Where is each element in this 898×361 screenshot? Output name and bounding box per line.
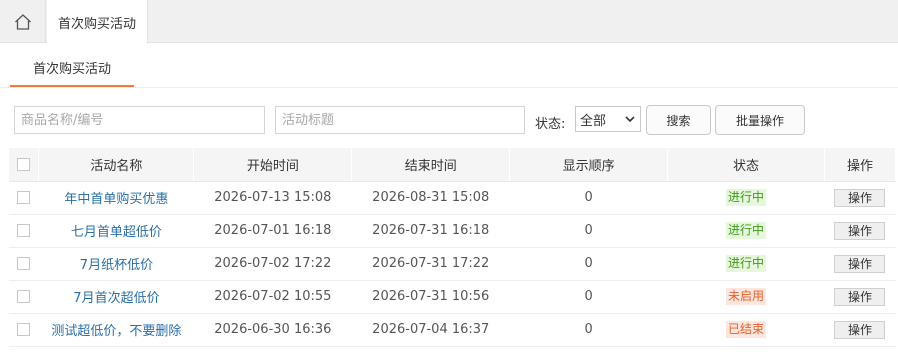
activity-name-link[interactable]: 7月首次超低价 — [38, 280, 194, 314]
select-all-cell — [9, 148, 40, 182]
end-time: 2026-08-31 15:08 — [351, 181, 510, 215]
row-checkbox[interactable] — [17, 290, 31, 303]
display-order: 0 — [509, 214, 668, 248]
sub-tab-label: 首次购买活动 — [32, 62, 111, 77]
row-checkbox[interactable] — [17, 257, 31, 270]
batch-operation-label: 批量操作 — [735, 113, 784, 128]
action-cell: 操作 — [824, 313, 896, 347]
display-order: 0 — [509, 181, 668, 215]
end-time: 2026-07-31 10:56 — [351, 280, 510, 314]
header-start-time: 开始时间 — [193, 148, 353, 182]
home-button[interactable] — [0, 0, 46, 43]
status-badge: 未启用 — [726, 288, 767, 305]
status-cell: 未启用 — [667, 280, 825, 314]
home-icon — [14, 13, 31, 30]
search-button[interactable]: 搜索 — [646, 105, 711, 135]
display-order: 0 — [509, 313, 668, 347]
filter-bar: 状态: 全部 搜索 批量操作 — [0, 104, 898, 136]
end-time: 2026-07-31 16:18 — [351, 214, 510, 248]
activity-name-link[interactable]: 测试超低价，不要删除 — [38, 313, 194, 347]
start-time: 2026-06-30 16:36 — [193, 313, 352, 347]
search-button-label: 搜索 — [666, 113, 691, 128]
action-cell: 操作 — [824, 181, 896, 215]
status-badge: 已结束 — [726, 321, 767, 338]
start-time: 2026-07-13 15:08 — [193, 181, 352, 215]
sub-tab-bar: 首次购买活动 — [0, 44, 898, 88]
status-badge: 进行中 — [726, 255, 767, 272]
start-time: 2026-07-02 10:55 — [193, 280, 352, 314]
activity-table: 活动名称 开始时间 结束时间 显示顺序 状态 操作 年中首单购买优惠 2026-… — [9, 148, 897, 347]
action-cell: 操作 — [824, 214, 896, 248]
operate-button[interactable]: 操作 — [834, 287, 886, 306]
table-row: 7月首次超低价 2026-07-02 10:55 2026-07-31 10:5… — [9, 280, 896, 314]
status-filter-label: 状态: — [535, 117, 566, 132]
chevron-down-icon — [625, 116, 635, 123]
header-end-time: 结束时间 — [351, 148, 511, 182]
operate-button[interactable]: 操作 — [834, 254, 886, 273]
header-action: 操作 — [824, 148, 897, 182]
activity-name-link[interactable]: 7月纸杯低价 — [38, 247, 194, 281]
activity-name-link[interactable]: 七月首单超低价 — [38, 214, 194, 248]
table-row: 7月纸杯低价 2026-07-02 17:22 2026-07-31 17:22… — [9, 247, 896, 281]
row-checkbox[interactable] — [17, 224, 31, 237]
top-tab-bar: 首次购买活动 — [0, 0, 898, 44]
operate-button[interactable]: 操作 — [834, 188, 886, 207]
row-checkbox[interactable] — [17, 323, 31, 336]
batch-operation-button[interactable]: 批量操作 — [715, 105, 805, 135]
sub-tab-first-purchase[interactable]: 首次购买活动 — [10, 59, 134, 87]
goods-search-input[interactable] — [14, 106, 265, 134]
top-tab-label: 首次购买活动 — [57, 16, 136, 32]
end-time: 2026-07-04 16:37 — [351, 313, 510, 347]
row-checkbox[interactable] — [17, 191, 31, 204]
status-cell: 进行中 — [667, 181, 825, 215]
table-row: 测试超低价，不要删除 2026-06-30 16:36 2026-07-04 1… — [9, 313, 896, 347]
activity-title-input[interactable] — [275, 106, 525, 134]
action-cell: 操作 — [824, 247, 896, 281]
operate-button[interactable]: 操作 — [834, 320, 886, 339]
table-row: 年中首单购买优惠 2026-07-13 15:08 2026-08-31 15:… — [9, 181, 896, 215]
table-header-row: 活动名称 开始时间 结束时间 显示顺序 状态 操作 — [9, 148, 897, 182]
status-select-value: 全部 — [580, 113, 607, 129]
header-activity-name: 活动名称 — [38, 148, 195, 182]
display-order: 0 — [509, 280, 668, 314]
table-row: 七月首单超低价 2026-07-01 16:18 2026-07-31 16:1… — [9, 214, 896, 248]
select-all-checkbox[interactable] — [17, 157, 31, 171]
start-time: 2026-07-02 17:22 — [193, 247, 352, 281]
status-cell: 进行中 — [667, 247, 825, 281]
header-display-order: 显示顺序 — [509, 148, 669, 182]
activity-name-link[interactable]: 年中首单购买优惠 — [38, 181, 194, 215]
action-cell: 操作 — [824, 280, 896, 314]
status-select[interactable]: 全部 — [575, 106, 641, 132]
top-tab-first-purchase[interactable]: 首次购买活动 — [47, 0, 148, 44]
start-time: 2026-07-01 16:18 — [193, 214, 352, 248]
status-badge: 进行中 — [726, 189, 767, 206]
header-status: 状态 — [667, 148, 825, 182]
operate-button[interactable]: 操作 — [834, 221, 886, 240]
status-cell: 进行中 — [667, 214, 825, 248]
display-order: 0 — [509, 247, 668, 281]
end-time: 2026-07-31 17:22 — [351, 247, 510, 281]
status-cell: 已结束 — [667, 313, 825, 347]
status-badge: 进行中 — [726, 222, 767, 239]
